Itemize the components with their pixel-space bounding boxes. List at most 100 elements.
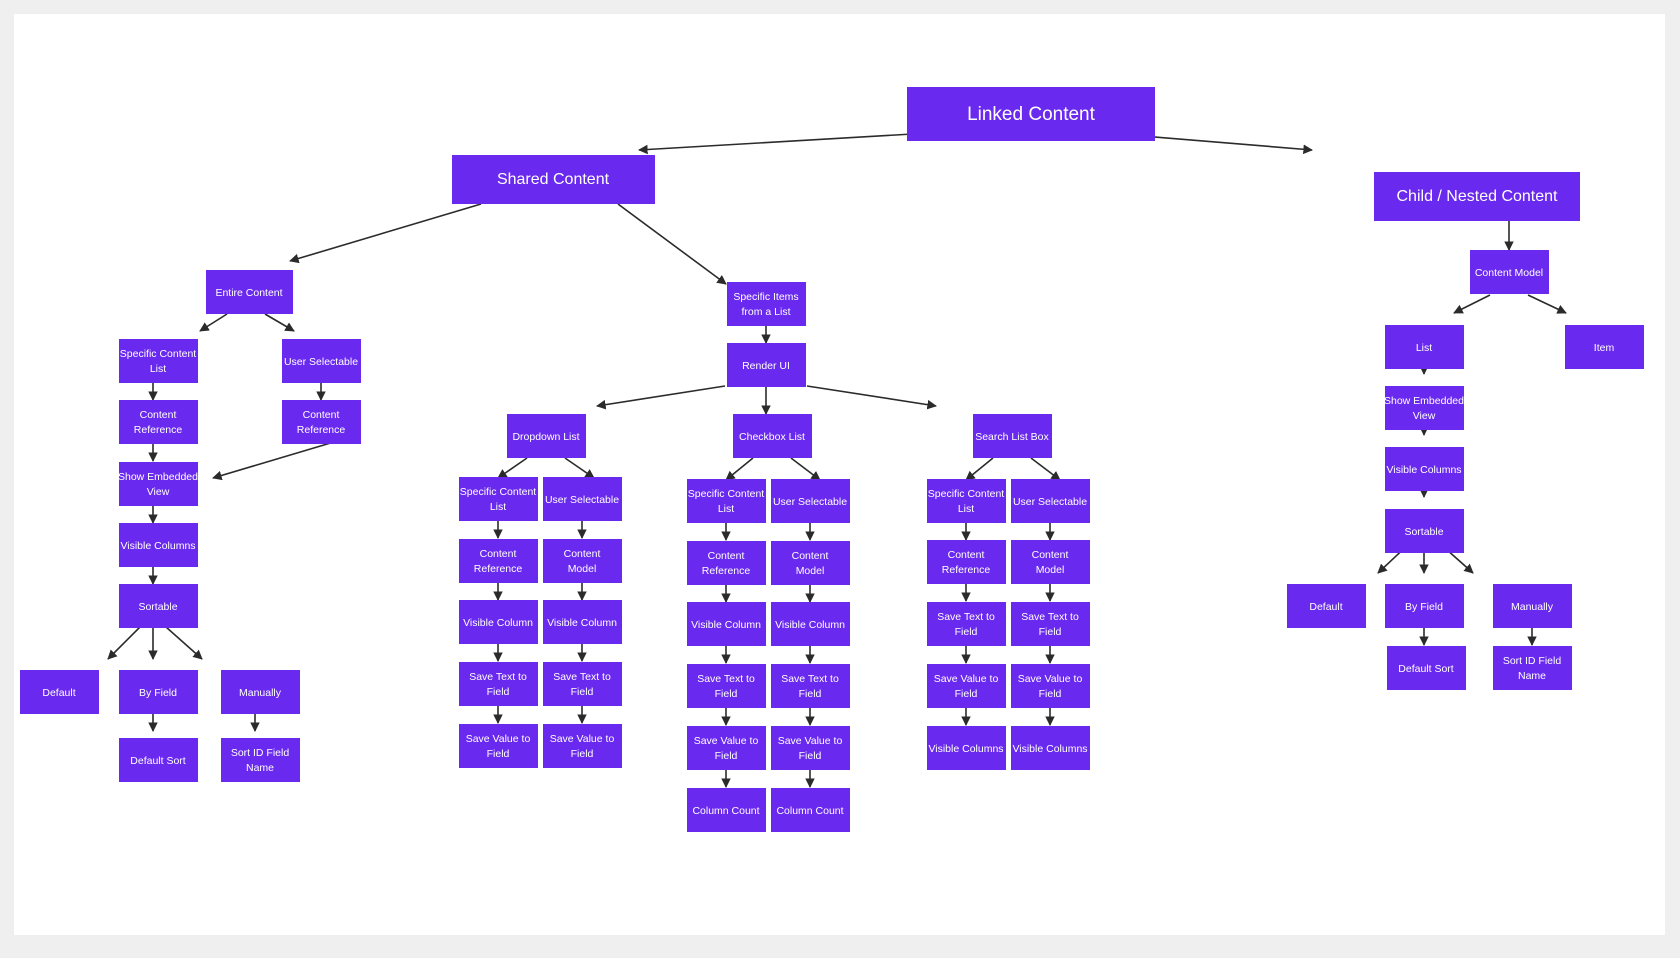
node-cb-vcb-label: Visible Column (775, 619, 845, 631)
node-sb-stb-1: Save Text to (1021, 611, 1079, 623)
node-cb-user-selectable[interactable]: User Selectable (771, 479, 850, 523)
node-cb-cref-1: Content (708, 550, 745, 562)
node-dropdown-list[interactable]: Dropdown List (507, 414, 586, 458)
node-ec-us-label: User Selectable (284, 356, 358, 368)
node-cn-defaultsort-label: Default Sort (1398, 663, 1454, 675)
edge-render-search (806, 385, 937, 410)
node-cb-column-count-a[interactable]: Column Count (687, 788, 766, 832)
node-cb-content-model[interactable]: Content Model (771, 541, 850, 585)
edge-cm-item (1527, 294, 1567, 314)
node-specific-items-from-a-list[interactable]: Specific Items from a List (727, 282, 806, 326)
node-render-ui-label: Render UI (742, 360, 790, 372)
node-sb-user-selectable[interactable]: User Selectable (1011, 479, 1090, 523)
node-sb-visible-columns-a[interactable]: Visible Columns (927, 726, 1006, 770)
node-ec-specific-content-list[interactable]: Specific Content List (119, 339, 198, 383)
node-ec-user-selectable[interactable]: User Selectable (282, 339, 361, 383)
node-cn-sort-id-field-name[interactable]: Sort ID Field Name (1493, 646, 1572, 690)
node-sb-content-model[interactable]: Content Model (1011, 540, 1090, 584)
node-cb-visible-column-a[interactable]: Visible Column (687, 602, 766, 646)
node-ec-sortid-1: Sort ID Field (231, 747, 290, 759)
node-shared-content[interactable]: Shared Content (452, 155, 655, 204)
node-cb-cmodel-1: Content (792, 550, 829, 562)
node-cn-sortid-2: Name (1518, 670, 1546, 682)
node-cn-default-sort[interactable]: Default Sort (1387, 646, 1466, 690)
node-ec-sort-id-field-name[interactable]: Sort ID Field Name (221, 738, 300, 782)
node-search-list-box[interactable]: Search List Box (973, 414, 1052, 458)
node-linked-content[interactable]: Linked Content (907, 87, 1155, 141)
node-cn-by-field[interactable]: By Field (1385, 584, 1464, 628)
node-dd-user-selectable[interactable]: User Selectable (543, 477, 622, 521)
node-ec-content-reference-a[interactable]: Content Reference (119, 400, 198, 444)
node-sb-save-text-a[interactable]: Save Text to Field (927, 602, 1006, 646)
node-cn-show-embedded-view[interactable]: Show Embedded View (1384, 386, 1464, 430)
node-cb-save-text-a[interactable]: Save Text to Field (687, 664, 766, 708)
node-sb-cmodel-2: Model (1036, 564, 1065, 576)
node-sb-visible-columns-b[interactable]: Visible Columns (1011, 726, 1090, 770)
node-dd-save-text-b[interactable]: Save Text to Field (543, 662, 622, 706)
node-cn-visible-columns[interactable]: Visible Columns (1385, 447, 1464, 491)
node-cn-manually[interactable]: Manually (1493, 584, 1572, 628)
node-cn-item[interactable]: Item (1565, 325, 1644, 369)
node-sb-save-text-b[interactable]: Save Text to Field (1011, 602, 1090, 646)
node-cn-content-model[interactable]: Content Model (1470, 250, 1549, 294)
node-ec-sortable-label: Sortable (138, 601, 177, 613)
node-dd-save-value-b[interactable]: Save Value to Field (543, 724, 622, 768)
node-ec-content-reference-b[interactable]: Content Reference (282, 400, 361, 444)
node-specific-items-1: Specific Items (733, 291, 798, 303)
node-dd-content-model[interactable]: Content Model (543, 539, 622, 583)
node-ec-manually-label: Manually (239, 687, 282, 699)
node-ec-vc-label: Visible Columns (120, 540, 195, 552)
node-cb-save-value-a[interactable]: Save Value to Field (687, 726, 766, 770)
node-dd-visible-column-a[interactable]: Visible Column (459, 600, 538, 644)
node-cn-list[interactable]: List (1385, 325, 1464, 369)
node-child-nested-content[interactable]: Child / Nested Content (1374, 172, 1580, 221)
node-checkbox-list[interactable]: Checkbox List (733, 414, 812, 458)
node-cb-column-count-b[interactable]: Column Count (771, 788, 850, 832)
node-cn-default-label: Default (1309, 601, 1342, 613)
node-sb-stb-2: Field (1039, 626, 1062, 638)
node-sb-save-value-a[interactable]: Save Value to Field (927, 664, 1006, 708)
node-cb-visible-column-b[interactable]: Visible Column (771, 602, 850, 646)
node-entire-content[interactable]: Entire Content (206, 270, 293, 314)
node-sb-save-value-b[interactable]: Save Value to Field (1011, 664, 1090, 708)
node-cn-byfield-label: By Field (1405, 601, 1443, 613)
node-sb-content-reference[interactable]: Content Reference (927, 540, 1006, 584)
node-cn-sortable[interactable]: Sortable (1385, 509, 1464, 553)
node-ec-visible-columns[interactable]: Visible Columns (119, 523, 198, 567)
node-dd-save-value-a[interactable]: Save Value to Field (459, 724, 538, 768)
node-ec-sortable[interactable]: Sortable (119, 584, 198, 628)
node-dd-content-reference[interactable]: Content Reference (459, 539, 538, 583)
node-cb-vca-label: Visible Column (691, 619, 761, 631)
node-cn-list-label: List (1416, 342, 1432, 354)
node-sb-specific-content-list[interactable]: Specific Content List (927, 479, 1006, 523)
node-render-ui[interactable]: Render UI (727, 343, 806, 387)
edge-render-dropdown (596, 385, 726, 410)
node-ec-default-sort[interactable]: Default Sort (119, 738, 198, 782)
node-dd-sta-1: Save Text to (469, 671, 527, 683)
node-ec-default[interactable]: Default (20, 670, 99, 714)
node-sb-cmodel-1: Content (1032, 549, 1069, 561)
node-cn-default[interactable]: Default (1287, 584, 1366, 628)
node-cb-specific-content-list[interactable]: Specific Content List (687, 479, 766, 523)
node-ec-manually[interactable]: Manually (221, 670, 300, 714)
node-entire-content-label: Entire Content (215, 287, 282, 299)
node-dd-specific-content-list[interactable]: Specific Content List (459, 477, 538, 521)
node-cb-save-value-b[interactable]: Save Value to Field (771, 726, 850, 770)
node-ec-show-embedded-view[interactable]: Show Embedded View (118, 462, 198, 506)
node-dd-visible-column-b[interactable]: Visible Column (543, 600, 622, 644)
node-dd-save-text-a[interactable]: Save Text to Field (459, 662, 538, 706)
node-cb-save-text-b[interactable]: Save Text to Field (771, 664, 850, 708)
node-ec-cref-b-2: Reference (297, 424, 346, 436)
node-cb-sva-1: Save Value to (694, 735, 759, 747)
node-ec-cref-b-1: Content (303, 409, 340, 421)
node-sb-svb-2: Field (1039, 688, 1062, 700)
diagram-canvas: Linked Content Shared Content Child / Ne… (14, 14, 1665, 935)
node-search-list-box-label: Search List Box (975, 431, 1049, 443)
node-ec-by-field[interactable]: By Field (119, 670, 198, 714)
node-dd-svb-1: Save Value to (550, 733, 615, 745)
node-dropdown-list-label: Dropdown List (512, 431, 579, 443)
edge-shared-entire (289, 203, 482, 264)
edge-dd-scl (497, 457, 528, 479)
flowchart-svg: Linked Content Shared Content Child / Ne… (20, 87, 1644, 832)
node-cb-content-reference[interactable]: Content Reference (687, 541, 766, 585)
